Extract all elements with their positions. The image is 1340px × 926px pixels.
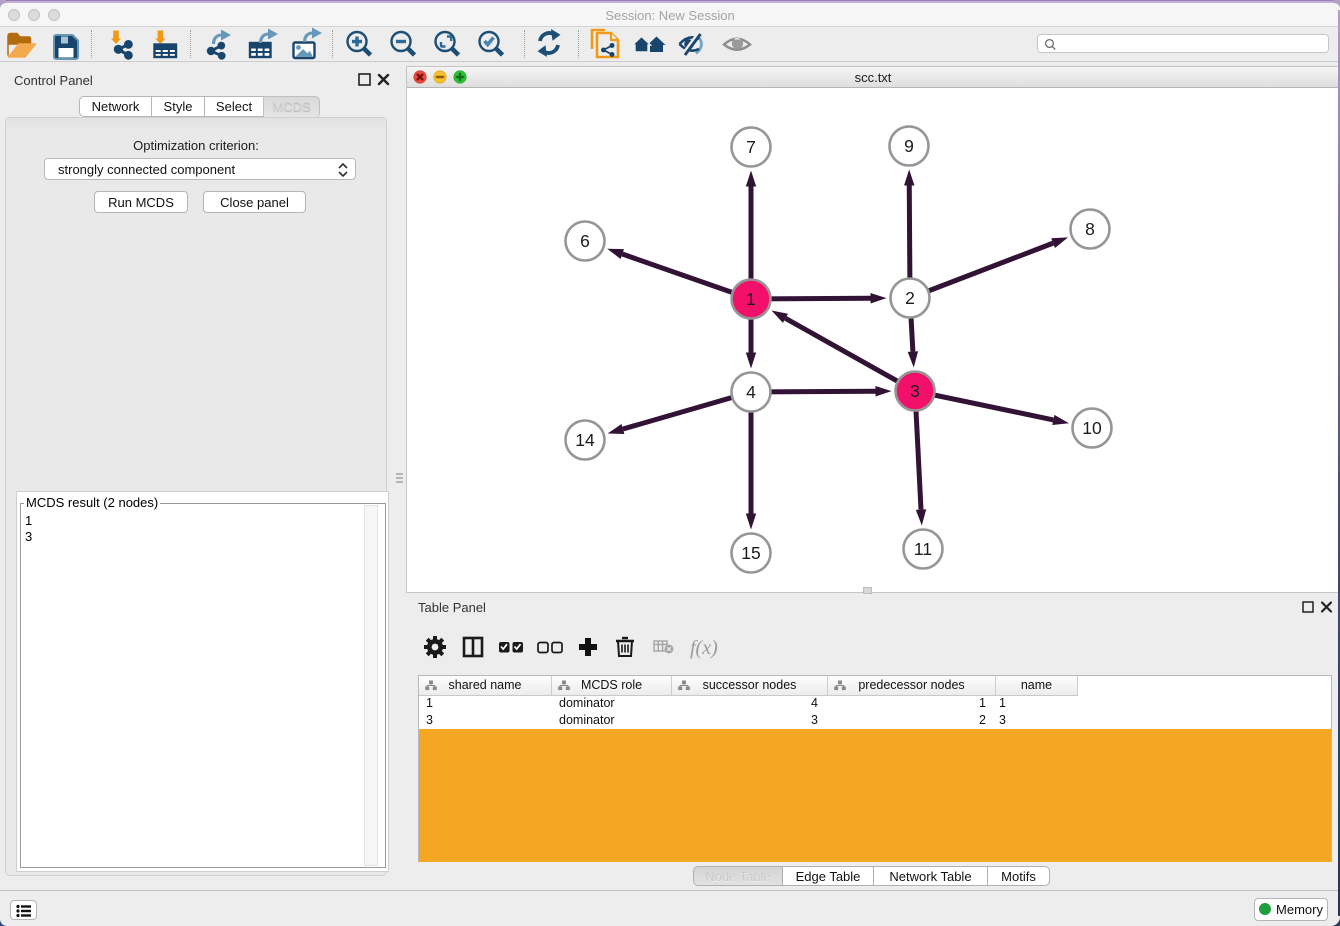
svg-text:9: 9 (904, 136, 914, 156)
svg-text:15: 15 (741, 543, 760, 563)
svg-text:10: 10 (1082, 418, 1102, 438)
svg-text:f(x): f(x) (690, 637, 718, 659)
svg-text:8: 8 (1085, 219, 1095, 239)
svg-text:1: 1 (746, 289, 756, 309)
svg-text:6: 6 (580, 231, 590, 251)
svg-text:2: 2 (905, 288, 915, 308)
svg-text:14: 14 (575, 430, 595, 450)
svg-text:4: 4 (746, 382, 756, 402)
svg-text:11: 11 (914, 539, 932, 559)
svg-text:3: 3 (910, 381, 920, 401)
svg-text:7: 7 (746, 137, 756, 157)
